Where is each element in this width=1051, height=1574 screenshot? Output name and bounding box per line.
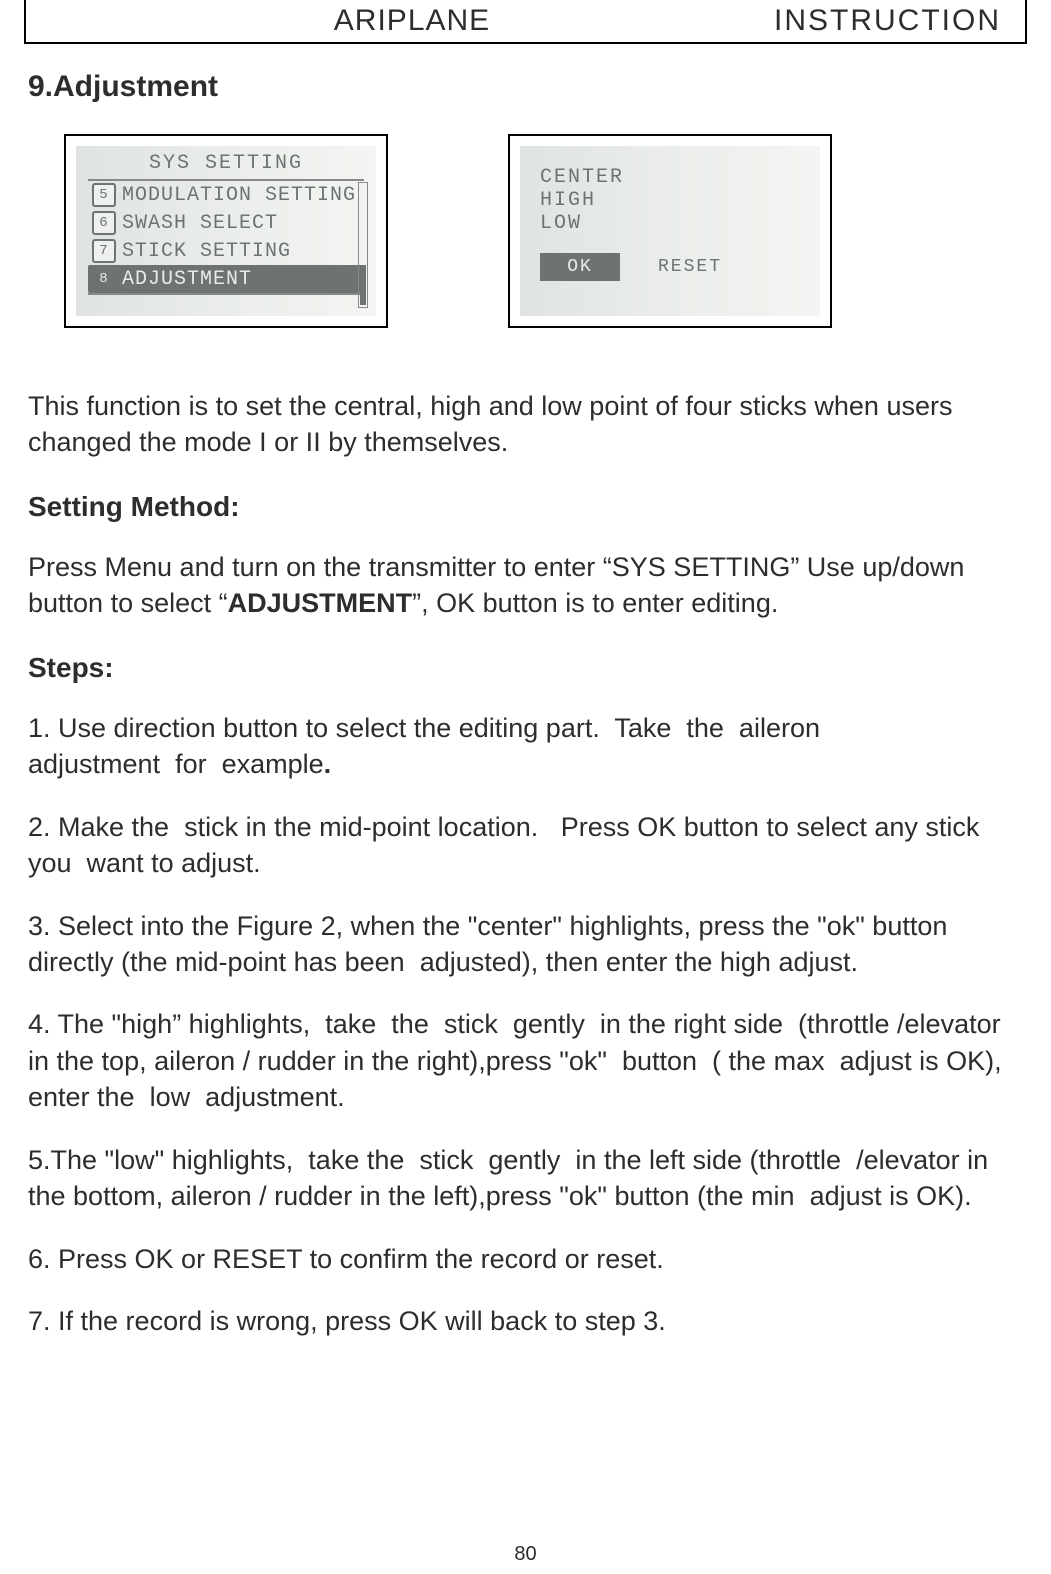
lcd2-body: CENTER HIGH LOW OK RESET <box>520 146 820 281</box>
lcd1-item-6-num: 6 <box>92 211 116 235</box>
lcd1-scrollbar-thumb <box>360 265 366 305</box>
lcd2-ok-button: OK <box>540 253 620 281</box>
intro-paragraph: This function is to set the central, hig… <box>28 388 1023 461</box>
lcd2-line-high: HIGH <box>540 189 800 212</box>
lcd1-scrollbar <box>358 182 368 308</box>
lcd1-item-5-label: MODULATION SETTING <box>122 184 356 207</box>
lcd1-item-7: 7 STICK SETTING <box>88 237 364 265</box>
lcd1-title: SYS SETTING <box>76 146 376 179</box>
step-5: 5.The "low" highlights, take the stick g… <box>28 1142 1023 1215</box>
lcd1-item-8-num: 8 <box>92 267 116 291</box>
section-title: 9.Adjustment <box>28 70 1027 104</box>
lcd1-item-6-label: SWASH SELECT <box>122 212 278 235</box>
header-right: INSTRUCTION <box>774 4 1001 38</box>
page-number: 80 <box>0 1543 1051 1566</box>
screenshot-row: SYS SETTING 5 MODULATION SETTING 6 SWASH… <box>64 134 1027 328</box>
page: ARIPLANE INSTRUCTION 9.Adjustment SYS SE… <box>0 0 1051 1574</box>
lcd1-item-6: 6 SWASH SELECT <box>88 209 364 237</box>
setting-method-heading: Setting Method: <box>28 491 1023 523</box>
steps-heading: Steps: <box>28 652 1023 684</box>
lcd2-line-center: CENTER <box>540 166 800 189</box>
setting-method-bold: ADJUSTMENT <box>228 588 413 618</box>
lcd1-item-7-num: 7 <box>92 239 116 263</box>
lcd2-line-low: LOW <box>540 212 800 235</box>
lcd1-menu-list: 5 MODULATION SETTING 6 SWASH SELECT 7 ST… <box>88 179 364 295</box>
header-left: ARIPLANE <box>50 4 774 38</box>
setting-method-paragraph: Press Menu and turn on the transmitter t… <box>28 549 1023 622</box>
step-1: 1. Use direction button to select the ed… <box>28 710 1023 783</box>
top-header-bar: ARIPLANE INSTRUCTION <box>24 0 1027 44</box>
step-6: 6. Press OK or RESET to confirm the reco… <box>28 1241 1023 1277</box>
lcd2-button-row: OK RESET <box>540 253 800 281</box>
step-1-line-b: adjustment for example <box>28 749 324 779</box>
step-1-line-a: 1. Use direction button to select the ed… <box>28 713 820 743</box>
step-4: 4. The "high” highlights, take the stick… <box>28 1006 1023 1115</box>
lcd1-item-8-selected: 8 ADJUSTMENT <box>88 265 364 293</box>
lcd1-item-5-num: 5 <box>92 183 116 207</box>
lcd-frame-1: SYS SETTING 5 MODULATION SETTING 6 SWASH… <box>64 134 388 328</box>
lcd2-reset-button: RESET <box>650 253 730 281</box>
step-2: 2. Make the stick in the mid-point locat… <box>28 809 1023 882</box>
lcd-frame-2: CENTER HIGH LOW OK RESET <box>508 134 832 328</box>
lcd-screen-1: SYS SETTING 5 MODULATION SETTING 6 SWASH… <box>76 146 376 316</box>
lcd1-item-8-label: ADJUSTMENT <box>122 268 252 291</box>
lcd1-item-7-label: STICK SETTING <box>122 240 291 263</box>
step-3: 3. Select into the Figure 2, when the "c… <box>28 908 1023 981</box>
step-1-dot: . <box>324 749 332 779</box>
step-7: 7. If the record is wrong, press OK will… <box>28 1303 1023 1339</box>
steps-list: 1. Use direction button to select the ed… <box>24 710 1027 1340</box>
lcd1-item-5: 5 MODULATION SETTING <box>88 181 364 209</box>
setting-method-post: ”, OK button is to enter editing. <box>412 588 778 618</box>
lcd-screen-2: CENTER HIGH LOW OK RESET <box>520 146 820 316</box>
